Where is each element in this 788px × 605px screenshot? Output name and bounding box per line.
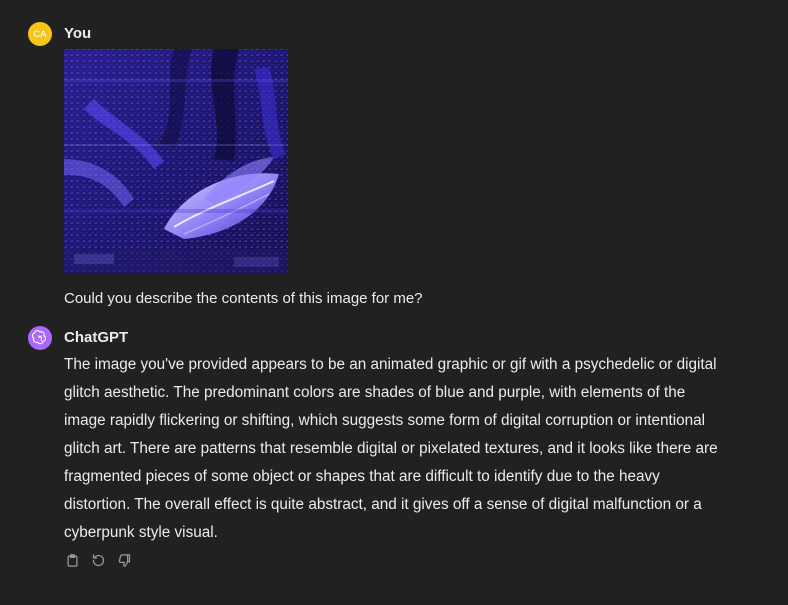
reply-line: image rapidly flickering or shifting, wh… [64, 412, 706, 429]
copy-icon [67, 553, 77, 567]
user-author-name: You [64, 25, 92, 42]
assistant-author-name: ChatGPT [64, 329, 129, 346]
reply-line: glitch aesthetic. The predominant colors… [64, 384, 686, 401]
reply-line: The image you've provided appears to be … [64, 356, 717, 373]
reply-line: distortion. The overall effect is quite … [64, 496, 702, 513]
reply-line: cyberpunk style visual. [64, 524, 218, 541]
openai-logo-icon [32, 330, 46, 345]
copy-button[interactable] [64, 552, 80, 568]
reply-line: fragmented pieces of some object or shap… [64, 468, 660, 485]
user-message-text: Could you describe the contents of this … [64, 290, 423, 307]
chat-conversation: CA You Could you describe the contents o… [0, 0, 788, 605]
user-avatar: CA [28, 22, 52, 46]
thumbs-down-button[interactable] [116, 552, 132, 568]
glitch-image [64, 49, 288, 273]
thumbs-down-icon [118, 553, 130, 567]
regenerate-icon [92, 553, 104, 566]
regenerate-button[interactable] [90, 552, 106, 568]
attached-image[interactable] [64, 49, 288, 273]
user-avatar-initials: CA [33, 29, 47, 39]
message-actions [64, 552, 132, 568]
assistant-avatar [28, 326, 52, 350]
reply-line: glitch art. There are patterns that rese… [64, 440, 718, 457]
assistant-reply: The image you've provided appears to be … [64, 351, 754, 547]
